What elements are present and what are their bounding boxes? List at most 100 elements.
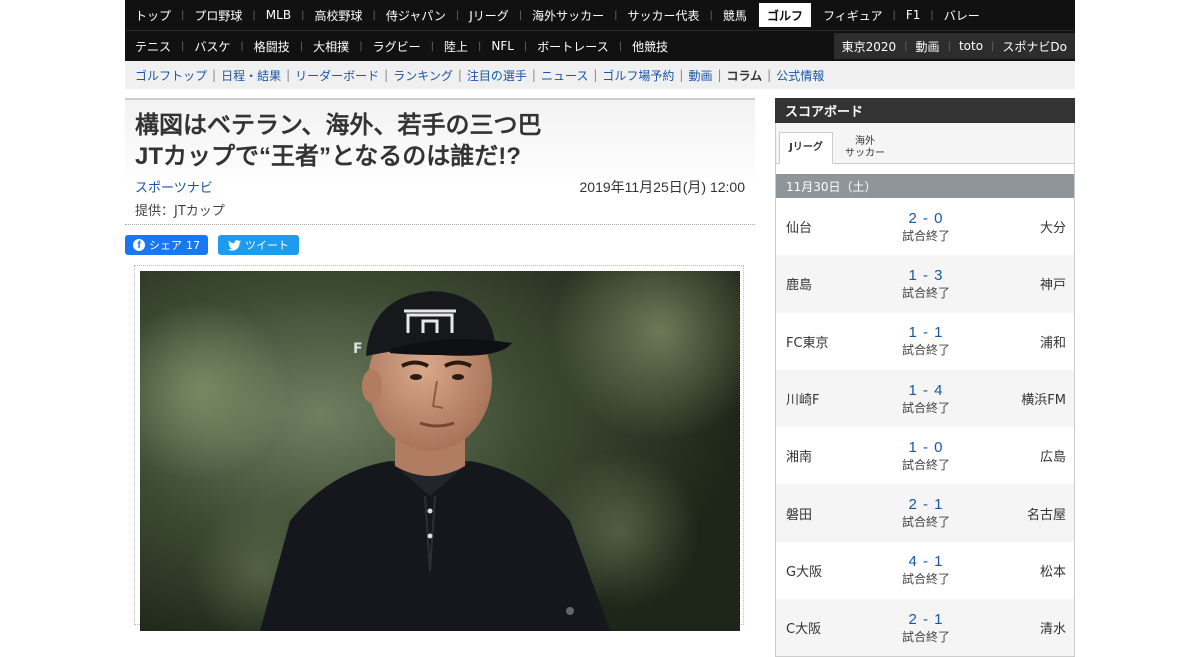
match-score[interactable]: 2 - 1: [866, 611, 986, 628]
nav-extra-item-3[interactable]: スポナビDo: [994, 33, 1075, 59]
nav-item-sport-6[interactable]: NFL: [481, 31, 524, 61]
match-score[interactable]: 1 - 3: [866, 267, 986, 284]
home-team: G大阪: [786, 564, 823, 580]
match-row[interactable]: G大阪 4 - 1 試合終了 松本: [776, 542, 1074, 599]
nav-item-sport-0[interactable]: テニス: [125, 31, 181, 61]
scoreboard-tab-0[interactable]: Jリーグ: [779, 132, 833, 164]
match-status: 試合終了: [901, 572, 950, 587]
subnav-item-0[interactable]: ゴルフトップ: [135, 67, 207, 84]
subnav-item-2[interactable]: リーダーボード: [295, 67, 379, 84]
subnav-item-7[interactable]: 動画: [688, 67, 712, 84]
nav-extra-item-0[interactable]: 東京2020: [834, 33, 905, 59]
nav-item-7[interactable]: サッカー代表: [618, 0, 710, 30]
home-team: FC東京: [786, 335, 829, 351]
golf-subnav: ゴルフトップ | 日程・結果 | リーダーボード | ランキング | 注目の選手 | ニュース | ゴル…: [125, 61, 1075, 89]
match-score[interactable]: 2 - 0: [866, 210, 986, 227]
article-provider: 提供：JTカップ: [135, 204, 225, 219]
match-status: 試合終了: [901, 285, 950, 300]
nav-item-3[interactable]: 高校野球: [304, 0, 372, 30]
match-result: 1 - 0 試合終了: [866, 439, 986, 473]
nav-item-8[interactable]: 競馬: [713, 0, 757, 30]
facebook-share-count: 17: [186, 238, 200, 252]
article-meta: スポーツナビ 2019年11月25日(月) 12:00: [135, 177, 745, 197]
home-team: 仙台: [786, 221, 813, 237]
page: トップ | プロ野球 | MLB | 高校野球 | 侍ジャパン | Jリーグ | 海外サッカー | サッカー…: [125, 0, 1075, 657]
nav-item-4[interactable]: 侍ジャパン: [376, 0, 456, 30]
match-date: 11月30日（土）: [776, 174, 1074, 198]
golfer-photo-illustration: F: [140, 271, 740, 631]
match-score[interactable]: 1 - 4: [866, 382, 986, 399]
nav-item-0[interactable]: トップ: [125, 0, 181, 30]
facebook-share-label: シェア: [149, 239, 182, 252]
match-result: 1 - 1 試合終了: [866, 324, 986, 358]
subnav-separator: |: [384, 68, 389, 82]
nav-item-12[interactable]: バレー: [934, 0, 990, 30]
away-team: 清水: [1039, 622, 1066, 638]
nav-item-6[interactable]: 海外サッカー: [522, 0, 614, 30]
away-team: 名古屋: [1026, 507, 1066, 523]
svg-text:F: F: [353, 341, 363, 357]
subnav-item-4[interactable]: 注目の選手: [467, 67, 527, 84]
subnav-separator: |: [286, 68, 291, 82]
subnav-item-3[interactable]: ランキング: [393, 67, 453, 84]
match-result: 2 - 1 試合終了: [866, 611, 986, 645]
subnav-item-1[interactable]: 日程・結果: [221, 67, 281, 84]
nav-item-sport-8[interactable]: 他競技: [622, 31, 678, 61]
match-list: 仙台 2 - 0 試合終了 大分 鹿島 1 - 3 試合終了 神戸 FC東京 1 - 1 試合終了浦…: [776, 198, 1074, 657]
home-team: C大阪: [786, 622, 822, 638]
nav-extra-item-1[interactable]: 動画: [908, 33, 948, 59]
nav-item-1[interactable]: プロ野球: [184, 0, 252, 30]
match-score[interactable]: 1 - 0: [866, 439, 986, 456]
subnav-item-6[interactable]: ゴルフ場予約: [602, 67, 674, 84]
nav-item-sport-1[interactable]: バスケ: [184, 31, 240, 61]
match-row[interactable]: C大阪 2 - 1 試合終了 清水: [776, 599, 1074, 657]
nav-item-sport-7[interactable]: ボートレース: [527, 31, 618, 61]
nav-item-10[interactable]: フィギュア: [813, 0, 893, 30]
subnav-separator: |: [457, 68, 462, 82]
scoreboard-tab-1[interactable]: 海外 サッカー: [833, 133, 897, 163]
subnav-separator: |: [767, 68, 772, 82]
scoreboard-title: スコアボード: [775, 98, 1075, 123]
match-score[interactable]: 4 - 1: [866, 553, 986, 570]
subnav-separator: |: [212, 68, 217, 82]
match-status: 試合終了: [901, 515, 950, 530]
author-link[interactable]: スポーツナビ: [135, 177, 213, 196]
tweet-label: ツイート: [245, 239, 289, 252]
nav-item-sport-4[interactable]: ラグビー: [363, 31, 431, 61]
facebook-share-button[interactable]: f シェア 17: [125, 235, 208, 255]
away-team: 浦和: [1039, 335, 1066, 351]
home-team: 湘南: [786, 450, 813, 466]
away-team: 大分: [1039, 221, 1066, 237]
match-result: 4 - 1 試合終了: [866, 553, 986, 587]
article-title-line-1: 構図はベテラン、海外、若手の三つ巴: [135, 112, 542, 139]
nav-item-sport-5[interactable]: 陸上: [434, 31, 478, 61]
global-nav: トップ | プロ野球 | MLB | 高校野球 | 侍ジャパン | Jリーグ | 海外サッカー | サッカー…: [125, 0, 1075, 61]
nav-item-5[interactable]: Jリーグ: [459, 0, 519, 30]
match-status: 試合終了: [901, 629, 950, 644]
nav-row-secondary: テニス | バスケ | 格闘技 | 大相撲 | ラグビー | 陸上 | NFL | ボートレース | 他競技 東…: [125, 30, 1075, 61]
nav-item-sport-3[interactable]: 大相撲: [303, 31, 359, 61]
match-row[interactable]: 仙台 2 - 0 試合終了 大分: [776, 198, 1074, 255]
match-score[interactable]: 2 - 1: [866, 496, 986, 513]
subnav-item-9[interactable]: 公式情報: [776, 67, 824, 84]
subnav-separator: |: [717, 68, 722, 82]
match-score[interactable]: 1 - 1: [866, 324, 986, 341]
nav-item-sport-2[interactable]: 格闘技: [244, 31, 300, 61]
subnav-item-5[interactable]: ニュース: [541, 67, 588, 84]
match-row[interactable]: 川崎F 1 - 4 試合終了 横浜FM: [776, 369, 1074, 428]
tweet-button[interactable]: ツイート: [218, 235, 299, 255]
nav-item-9[interactable]: ゴルフ: [758, 3, 811, 27]
nav-item-11[interactable]: F1: [896, 0, 931, 30]
scoreboard-tabs: Jリーグ 海外 サッカー: [776, 123, 1074, 164]
article-header: 構図はベテラン、海外、若手の三つ巴 JTカップで“王者”となるのは誰だ!? スポ…: [125, 98, 755, 224]
away-team: 横浜FM: [1021, 393, 1066, 409]
match-row[interactable]: 磐田 2 - 1 試合終了 名古屋: [776, 484, 1074, 542]
match-row[interactable]: FC東京 1 - 1 試合終了 浦和: [776, 313, 1074, 370]
match-status: 試合終了: [901, 400, 950, 415]
nav-extra-item-2[interactable]: toto: [951, 33, 991, 59]
nav-item-2[interactable]: MLB: [256, 0, 301, 30]
match-row[interactable]: 鹿島 1 - 3 試合終了 神戸: [776, 255, 1074, 313]
scoreboard: スコアボード Jリーグ 海外 サッカー 11月30日（土） 仙台 2 - 0 試合終了…: [775, 98, 1075, 657]
subnav-item-8[interactable]: コラム: [727, 67, 763, 84]
match-row[interactable]: 湘南 1 - 0 試合終了 広島: [776, 427, 1074, 484]
